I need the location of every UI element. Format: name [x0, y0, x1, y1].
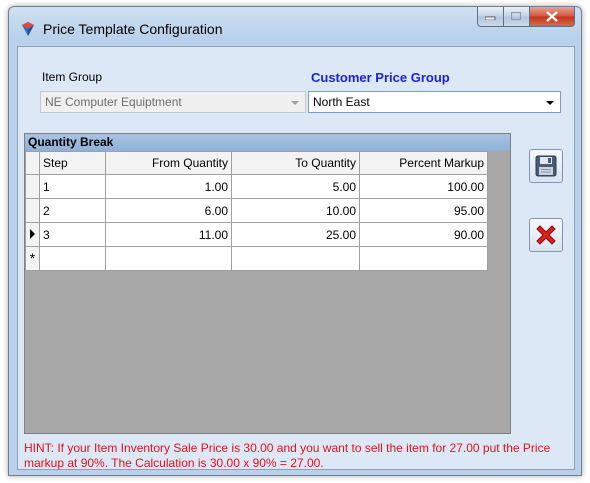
red-x-icon	[536, 225, 556, 245]
step-cell[interactable]: 1	[39, 174, 106, 199]
column-header-to-quantity[interactable]: To Quantity	[231, 151, 360, 175]
from-quantity-cell[interactable]: 1.00	[105, 174, 232, 199]
customer-price-group-value: North East	[313, 95, 370, 109]
step-cell[interactable]	[39, 246, 106, 271]
price-template-window: Price Template Configuration Item Group …	[8, 6, 582, 476]
save-button[interactable]	[529, 149, 563, 183]
close-icon	[546, 11, 558, 22]
new-row[interactable]: *	[25, 246, 488, 271]
table-row[interactable]: 2 6.00 10.00 95.00	[25, 198, 488, 223]
maximize-icon	[511, 12, 522, 21]
header-row: Step From Quantity To Quantity Percent M…	[25, 151, 488, 175]
to-quantity-cell[interactable]: 25.00	[231, 222, 360, 247]
hint-text: HINT: If your Item Inventory Sale Price …	[24, 441, 551, 470]
customer-price-group-combo[interactable]: North East	[308, 91, 561, 113]
table-row[interactable]: 3 11.00 25.00 90.00	[25, 222, 488, 247]
floppy-disk-icon	[535, 155, 557, 177]
column-header-percent-markup[interactable]: Percent Markup	[359, 151, 488, 175]
minimize-icon	[485, 16, 496, 20]
percent-markup-cell[interactable]: 90.00	[359, 222, 488, 247]
from-quantity-cell[interactable]: 6.00	[105, 198, 232, 223]
to-quantity-cell[interactable]: 10.00	[231, 198, 360, 223]
chevron-down-icon	[291, 101, 299, 105]
customer-price-group-label: Customer Price Group	[311, 70, 450, 85]
client-area: Item Group Customer Price Group NE Compu…	[17, 46, 575, 470]
chevron-down-icon	[546, 101, 554, 105]
current-row-arrow-icon	[30, 228, 35, 239]
caption-buttons	[477, 7, 575, 27]
to-quantity-cell[interactable]	[231, 246, 360, 271]
item-group-value: NE Computer Equiptment	[45, 95, 182, 109]
column-header-step[interactable]: Step	[39, 151, 106, 175]
percent-markup-cell[interactable]: 100.00	[359, 174, 488, 199]
table-row[interactable]: 1 1.00 5.00 100.00	[25, 174, 488, 199]
step-cell[interactable]: 3	[39, 222, 106, 247]
minimize-button[interactable]	[477, 7, 504, 27]
quantity-break-grid: Quantity Break Step From Quantity To Qua…	[24, 133, 511, 434]
item-group-label: Item Group	[42, 70, 103, 84]
item-group-combo[interactable]: NE Computer Equiptment	[40, 91, 306, 113]
to-quantity-cell[interactable]: 5.00	[231, 174, 360, 199]
row-header[interactable]	[25, 174, 40, 199]
new-row-asterisk-icon: *	[29, 250, 36, 266]
window-title: Price Template Configuration	[43, 21, 223, 37]
row-header-corner[interactable]	[25, 151, 40, 175]
row-header[interactable]: *	[25, 246, 40, 271]
close-button[interactable]	[530, 7, 575, 27]
from-quantity-cell[interactable]	[105, 246, 232, 271]
cancel-button[interactable]	[529, 218, 563, 252]
grid-caption: Quantity Break	[25, 134, 510, 151]
row-header[interactable]	[25, 222, 40, 247]
title-bar[interactable]: Price Template Configuration	[9, 7, 581, 47]
row-header[interactable]	[25, 198, 40, 223]
shield-icon	[22, 22, 34, 36]
percent-markup-cell[interactable]: 95.00	[359, 198, 488, 223]
maximize-button[interactable]	[504, 7, 530, 27]
quantity-break-table[interactable]: Step From Quantity To Quantity Percent M…	[25, 151, 488, 271]
percent-markup-cell[interactable]	[359, 246, 488, 271]
from-quantity-cell[interactable]: 11.00	[105, 222, 232, 247]
column-header-from-quantity[interactable]: From Quantity	[105, 151, 232, 175]
step-cell[interactable]: 2	[39, 198, 106, 223]
